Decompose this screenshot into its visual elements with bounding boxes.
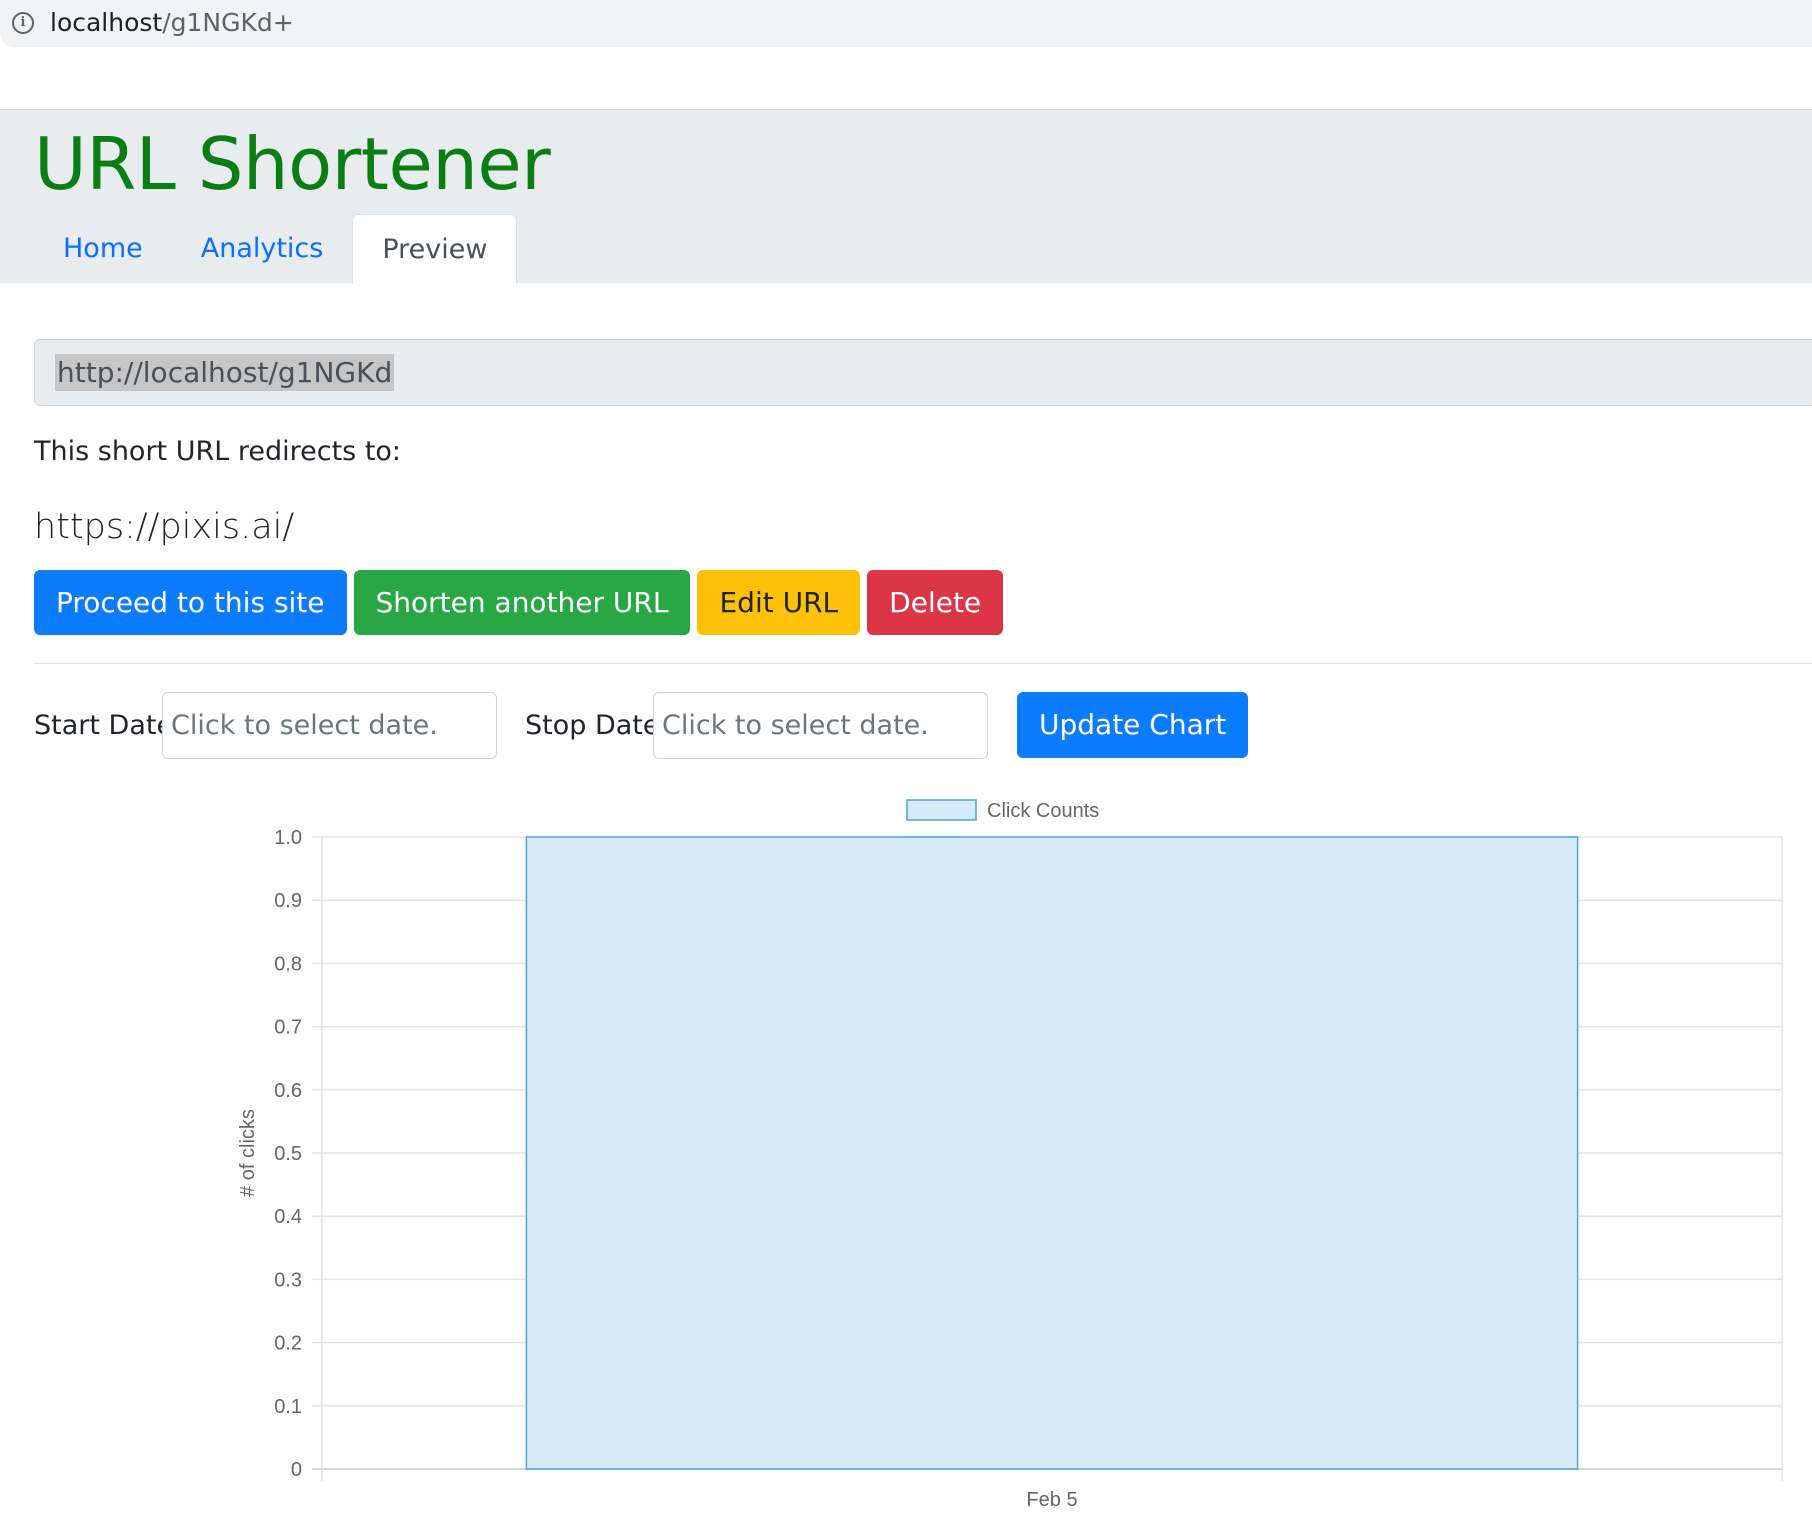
legend-label: Click Counts <box>987 800 1099 822</box>
target-url: https://pixis.ai/ <box>34 507 295 547</box>
y-tick-label: 0.6 <box>274 1080 302 1102</box>
address-path: /g1NGKd+ <box>162 8 294 37</box>
browser-address-bar[interactable]: i localhost/g1NGKd+ <box>0 0 1812 47</box>
page-title: URL Shortener <box>34 122 551 206</box>
y-tick-label: 0.4 <box>274 1206 302 1228</box>
divider <box>34 663 1812 664</box>
y-tick-label: 0 <box>291 1459 302 1481</box>
x-tick-label: Feb 5 <box>1026 1489 1077 1511</box>
tab-home[interactable]: Home <box>34 214 172 284</box>
page-header: URL Shortener Home Analytics Preview <box>0 109 1812 284</box>
short-url-field[interactable]: http://localhost/g1NGKd <box>34 339 1812 406</box>
y-tick-label: 0.1 <box>274 1396 302 1418</box>
y-tick-label: 0.7 <box>274 1017 302 1039</box>
info-icon[interactable]: i <box>12 12 34 34</box>
bar <box>525 836 1579 1470</box>
y-tick-label: 0.2 <box>274 1333 302 1355</box>
start-date-label: Start Date: <box>34 710 183 741</box>
stop-date-input[interactable]: Click to select date. <box>653 692 988 759</box>
update-chart-button[interactable]: Update Chart <box>1017 692 1249 758</box>
y-tick-label: 0.9 <box>274 890 302 912</box>
shorten-another-button[interactable]: Shorten another URL <box>353 570 691 635</box>
address-url[interactable]: localhost/g1NGKd+ <box>50 8 294 37</box>
y-tick-label: 1.0 <box>274 827 302 849</box>
action-buttons: Proceed to this site Shorten another URL… <box>34 570 1004 635</box>
proceed-button[interactable]: Proceed to this site <box>34 570 347 635</box>
y-tick-label: 0.5 <box>274 1143 302 1165</box>
tab-preview[interactable]: Preview <box>352 214 518 284</box>
legend-swatch <box>906 799 977 821</box>
edit-url-button[interactable]: Edit URL <box>697 570 861 635</box>
tab-analytics[interactable]: Analytics <box>172 214 353 284</box>
stop-date-label: Stop Date: <box>525 710 669 741</box>
y-tick-label: 0.8 <box>274 953 302 975</box>
nav-tabs: Home Analytics Preview <box>34 214 518 284</box>
y-tick-label: 0.3 <box>274 1269 302 1291</box>
start-date-input[interactable]: Click to select date. <box>162 692 497 759</box>
click-count-chart: 0 0.1 0.2 0.3 0.4 0.5 0.6 0.7 0.8 0.9 1.0 Feb 5 # of… <box>237 799 1783 1511</box>
delete-button[interactable]: Delete <box>867 570 1004 635</box>
short-url-value: http://localhost/g1NGKd <box>55 354 395 391</box>
address-host: localhost <box>50 8 163 37</box>
y-axis-title: # of clicks <box>237 1109 259 1197</box>
redirect-label: This short URL redirects to: <box>34 436 402 467</box>
